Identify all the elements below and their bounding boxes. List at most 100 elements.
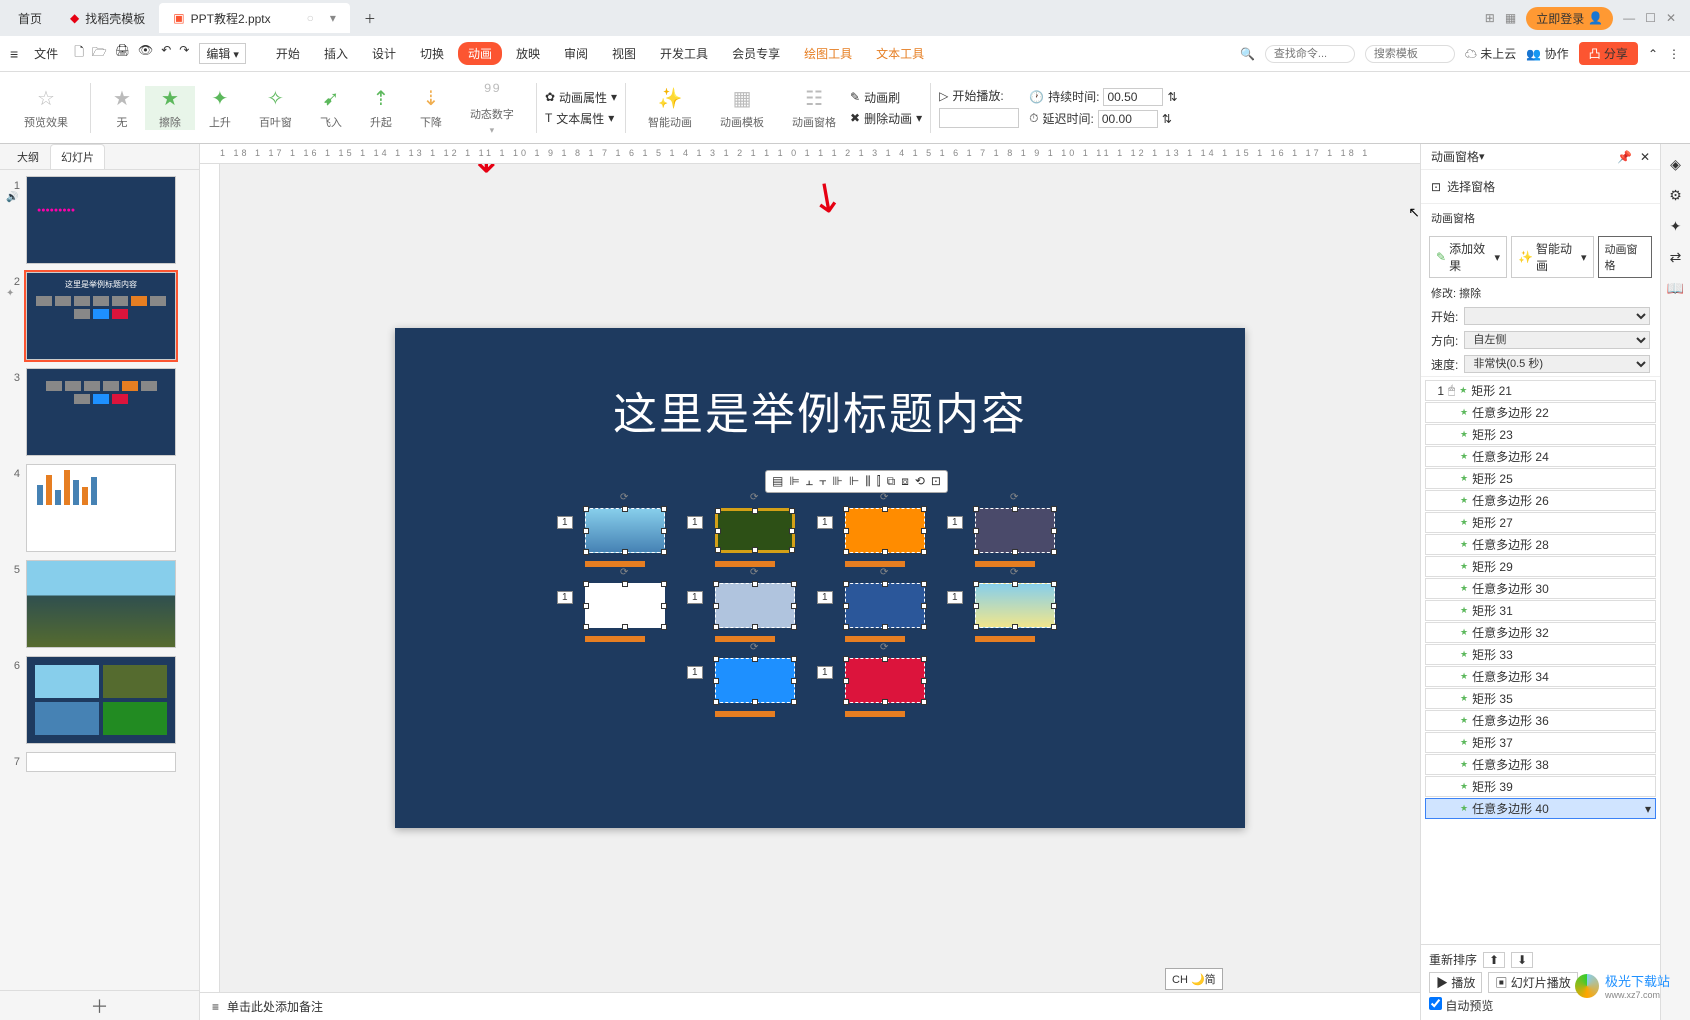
spinner-icon[interactable]: ⇅ (1162, 112, 1172, 126)
undo-icon[interactable]: ↶ (161, 43, 171, 64)
tab-document[interactable]: ▣PPT教程2.pptx ○ ▾ (159, 3, 350, 33)
tab-transition[interactable]: 切换 (410, 42, 454, 65)
group-icon[interactable]: ⧈ (901, 474, 909, 489)
anim-list-item[interactable]: ★ 矩形 33 (1425, 644, 1656, 665)
slide-object[interactable]: ⟳1 (585, 508, 665, 553)
anim-none[interactable]: ★无 (99, 86, 145, 130)
more-icon[interactable]: ⊡ (931, 474, 941, 489)
search-command-input[interactable] (1265, 45, 1355, 63)
slide-title[interactable]: 这里是举例标题内容 (395, 378, 1245, 442)
tab-home[interactable]: 首页 (4, 3, 56, 33)
tab-design[interactable]: 设计 (362, 42, 406, 65)
file-menu[interactable]: 文件 (28, 43, 64, 64)
rail-anim-icon[interactable]: ✦ (1670, 218, 1682, 235)
anim-list-item[interactable]: ★ 矩形 37 (1425, 732, 1656, 753)
group-icon[interactable]: ⧉ (887, 474, 896, 489)
anim-list-item[interactable]: ★ 矩形 27 (1425, 512, 1656, 533)
outline-tab[interactable]: 大纲 (6, 144, 50, 169)
slide-object[interactable]: ⟳1 (975, 508, 1055, 553)
cloud-icon[interactable]: ☁ 未上云 (1465, 45, 1516, 62)
start-play-combo[interactable] (939, 108, 1019, 128)
anim-template-button[interactable]: ▦动画模板 (706, 86, 778, 130)
anim-flyin[interactable]: ➹飞入 (306, 86, 356, 130)
anim-pane-toggle[interactable]: 动画窗格 (1598, 236, 1652, 278)
anim-list-item[interactable]: ★ 任意多边形 40 ▾ (1425, 798, 1656, 819)
maximize-icon[interactable]: ☐ (1645, 11, 1656, 25)
anim-property-dropdown[interactable]: ✿动画属性 ▾ (545, 89, 617, 106)
menu-icon[interactable]: ≡ (10, 46, 18, 62)
anim-list-item[interactable]: ★ 任意多边形 26 (1425, 490, 1656, 511)
anim-list-item[interactable]: ★ 矩形 35 (1425, 688, 1656, 709)
open-icon[interactable]: 🗁 (92, 43, 107, 64)
more-icon[interactable]: ⋮ (1668, 47, 1680, 61)
add-effect-button[interactable]: ✎添加效果 ▾ (1429, 236, 1507, 278)
slide-thumb-6[interactable] (26, 656, 176, 744)
minimize-icon[interactable]: — (1623, 11, 1635, 25)
print-icon[interactable]: 🖨 (115, 43, 130, 64)
delay-input[interactable] (1098, 110, 1158, 128)
anim-list-item[interactable]: ★ 任意多边形 34 (1425, 666, 1656, 687)
anim-wipe[interactable]: ★擦除 (145, 86, 195, 130)
rail-select-icon[interactable]: ◈ (1670, 156, 1681, 173)
anim-list-item[interactable]: ★ 矩形 39 (1425, 776, 1656, 797)
redo-icon[interactable]: ↷ (179, 43, 189, 64)
anim-rise[interactable]: ✦上升 (195, 86, 245, 130)
selection-pane-button[interactable]: ⊡选择窗格 (1421, 170, 1660, 204)
anim-clover[interactable]: ✧百叶窗 (245, 86, 306, 130)
text-property-dropdown[interactable]: T文本属性 ▾ (545, 110, 617, 127)
preview-icon[interactable]: 👁 (138, 43, 153, 64)
anim-list-item[interactable]: ★ 任意多边形 38 (1425, 754, 1656, 775)
slides-tab[interactable]: 幻灯片 (50, 144, 105, 169)
anim-list-item[interactable]: ★ 任意多边形 36 (1425, 710, 1656, 731)
anim-dynnum[interactable]: ⁹⁹动态数字▾ (456, 80, 528, 136)
tab-devtools[interactable]: 开发工具 (650, 42, 718, 65)
anim-ascend[interactable]: ⇡升起 (356, 86, 406, 130)
smart-anim-button[interactable]: ✨智能动画 ▾ (1511, 236, 1594, 278)
tab-texttools[interactable]: 文本工具 (866, 42, 934, 65)
anim-list-item[interactable]: ★ 矩形 25 (1425, 468, 1656, 489)
dist-icon[interactable]: ⫼ (865, 474, 871, 489)
login-button[interactable]: 立即登录👤 (1526, 7, 1613, 30)
slide-thumb-2[interactable]: 这里是举例标题内容 (26, 272, 176, 360)
tab-slideshow[interactable]: 放映 (506, 42, 550, 65)
align-icon[interactable]: ⊫ (789, 474, 799, 489)
anim-list-item[interactable]: ★ 矩形 23 (1425, 424, 1656, 445)
duration-input[interactable] (1103, 88, 1163, 106)
spinner-icon[interactable]: ⇅ (1167, 90, 1177, 104)
start-select[interactable] (1464, 307, 1650, 325)
close-icon[interactable]: ✕ (1666, 11, 1676, 25)
direction-select[interactable]: 自左侧 (1464, 331, 1650, 349)
slide-thumb-4[interactable] (26, 464, 176, 552)
auto-preview-checkbox[interactable]: 自动预览 (1429, 997, 1493, 1014)
collab-button[interactable]: 👥 协作 (1526, 45, 1568, 62)
slide-thumb-7[interactable] (26, 752, 176, 772)
tab-view[interactable]: 视图 (602, 42, 646, 65)
collapse-icon[interactable]: ⌃ (1648, 47, 1658, 61)
tab-member[interactable]: 会员专享 (722, 42, 790, 65)
close-pane-icon[interactable]: ✕ (1640, 150, 1650, 164)
slide-object[interactable]: ⟳1 (845, 508, 925, 553)
slide-object[interactable]: ⟳1 (715, 583, 795, 628)
speed-select[interactable]: 非常快(0.5 秒) (1464, 355, 1650, 373)
slide-object[interactable]: ⟳1 (845, 583, 925, 628)
move-up-button[interactable]: ⬆ (1483, 952, 1505, 968)
anim-list-item[interactable]: 1 🖱 ★ 矩形 21 (1425, 380, 1656, 401)
slide-thumb-5[interactable] (26, 560, 176, 648)
tab-start[interactable]: 开始 (266, 42, 310, 65)
slideshow-play-button[interactable]: ▣ 幻灯片播放 (1488, 972, 1577, 993)
notes-placeholder[interactable]: 单击此处添加备注 (227, 998, 323, 1015)
anim-list-item[interactable]: ★ 矩形 31 (1425, 600, 1656, 621)
search-template-input[interactable] (1365, 45, 1455, 63)
smart-anim-button[interactable]: ✨智能动画 (634, 86, 706, 130)
rail-transition-icon[interactable]: ⇄ (1670, 249, 1682, 266)
rail-docs-icon[interactable]: 📖 (1667, 280, 1684, 297)
anim-list-item[interactable]: ★ 任意多边形 28 (1425, 534, 1656, 555)
align-icon[interactable]: ⊪ (832, 474, 842, 489)
align-icon[interactable]: ⊩ (849, 474, 859, 489)
anim-descend[interactable]: ⇣下降 (406, 86, 456, 130)
grid-icon[interactable]: ⊞ (1485, 11, 1495, 25)
align-icon[interactable]: ▤ (772, 474, 783, 489)
rotate-icon[interactable]: ⟲ (915, 474, 925, 489)
object-toolbar[interactable]: ▤⊫⫠⫟⊪⊩⫼⫿⧉⧈⟲⊡ (765, 470, 948, 493)
pin-icon[interactable]: 📌 (1617, 150, 1632, 164)
